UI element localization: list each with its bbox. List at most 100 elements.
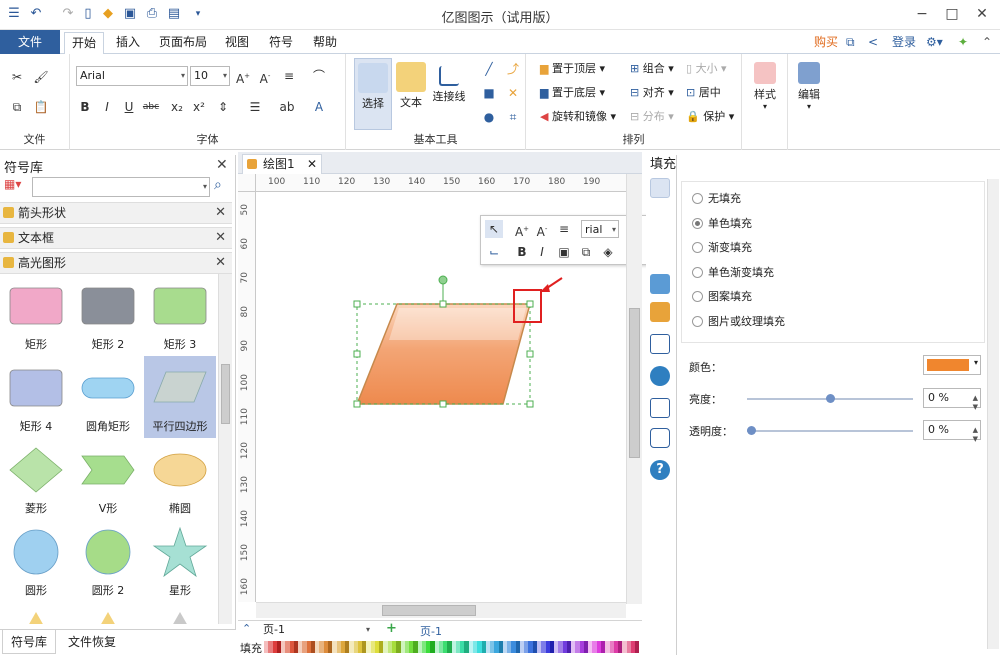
plugin-icon[interactable]: ✦ [958,30,968,54]
fill-option-radio[interactable]: 渐变填充 [692,239,752,257]
mini-align-icon[interactable]: ≡ [555,220,573,238]
mini-grow-font-icon[interactable]: A+ [513,220,531,239]
close-panel-icon[interactable]: ✕ [216,157,228,173]
help-tab-icon[interactable]: ? [650,460,670,480]
mini-shrink-font-icon[interactable]: A- [533,220,551,239]
font-color-icon[interactable]: A [310,98,328,116]
close-document-icon[interactable]: ✕ [307,155,317,173]
edit-button[interactable]: 编辑 ▾ [790,58,828,130]
shape-item[interactable]: 菱形 [0,438,72,520]
page-select[interactable]: 页-1 ▾ [260,621,372,638]
subscript-icon[interactable]: x₂ [168,98,186,116]
resize-handle-tl[interactable] [353,300,361,308]
shape-item[interactable]: 矩形 [0,274,72,356]
shape-item[interactable]: 椭圆 [144,438,216,520]
note-tab-icon[interactable] [650,398,670,418]
document-tab[interactable]: 绘图1 ✕ [242,154,322,174]
paste-icon[interactable]: 📋 [32,98,50,116]
crop-tool-icon[interactable]: ⌗ [504,108,522,126]
canvas-hscroll-thumb[interactable] [382,605,476,616]
canvas-horizontal-scrollbar[interactable] [256,602,626,618]
mini-pointer-icon[interactable]: ↖ [485,220,503,238]
mini-font-select[interactable]: rial ▾ [581,220,619,238]
minimize-button[interactable]: − [912,5,932,23]
line-tool-icon[interactable]: ╱ [480,60,498,78]
grow-font-icon[interactable]: A+ [234,67,252,86]
connection-point-icon[interactable]: ✕ [504,84,522,102]
feedback-icon[interactable]: ⧉ [846,30,855,54]
page-up-icon[interactable]: ⌃ [242,622,251,635]
shape-item[interactable]: 圆角矩形 [72,356,144,438]
brightness-input[interactable]: 0 % ▲ ▼ [923,388,981,411]
shape-item[interactable]: 星形 [144,520,216,602]
send-to-back-button[interactable]: ▆ 置于底层 ▾ [540,84,605,102]
mini-bold-icon[interactable]: B [513,243,531,261]
shape-item[interactable]: 平行四边形 [144,356,216,438]
close-category-icon[interactable]: ✕ [215,203,226,223]
cut-icon[interactable]: ✂ [8,68,26,86]
color-picker[interactable]: ▾ [923,355,981,375]
resize-handle-tc[interactable] [439,300,447,308]
ellipse-tool-icon[interactable]: ● [480,108,498,126]
category-arrows[interactable]: 箭头形状 ✕ [0,202,232,224]
shape-item[interactable]: 圆形 [0,520,72,602]
fill-option-radio[interactable]: 单色填充 [692,215,752,233]
rotation-handle[interactable] [438,275,448,285]
fill-option-radio[interactable]: 图片或纹理填充 [692,313,785,331]
comment-tab-icon[interactable] [650,428,670,448]
tab-file[interactable]: 文件 [0,30,60,54]
resize-handle-mr[interactable] [526,350,534,358]
library-menu-icon[interactable]: ▦▾ [4,177,28,197]
transparency-slider[interactable] [747,426,913,435]
canvas-vscroll-thumb[interactable] [629,308,640,458]
transparency-knob[interactable] [747,426,756,435]
fill-panel-scrollbar[interactable] [987,179,999,649]
center-button[interactable]: ⊡ 居中 [686,84,721,102]
resize-handle-br[interactable] [526,400,534,408]
category-textbox[interactable]: 文本框 ✕ [0,227,232,249]
rotate-mirror-button[interactable]: ◀ 旋转和镜像 ▾ [540,108,616,126]
style-button[interactable]: 样式 ▾ [746,58,784,130]
align-button[interactable]: ⊟ 对齐 ▾ [630,84,674,102]
share-icon[interactable]: < [868,30,878,54]
login-link[interactable]: 登录 [892,30,916,54]
select-tool-button[interactable]: 选择 [354,58,392,130]
close-category-icon[interactable]: ✕ [215,253,226,273]
tab-help[interactable]: 帮助 [308,30,342,54]
layer-tab-icon[interactable] [650,302,670,322]
tab-home[interactable]: 开始 [64,32,104,55]
highlight-icon[interactable]: ab [278,98,296,116]
tab-symbol[interactable]: 符号 [264,30,298,54]
resize-handle-bl[interactable] [353,400,361,408]
group-button[interactable]: ⊞ 组合 ▾ [630,60,674,78]
mini-italic-icon[interactable]: I [533,243,551,261]
bring-to-front-button[interactable]: ▆ 置于顶层 ▾ [540,60,605,78]
shape-scrollbar[interactable] [218,274,232,624]
line-spacing-icon[interactable]: ⇕ [214,98,232,116]
text-tool-button[interactable]: 文本 [392,58,430,130]
shape-item[interactable]: 矩形 4 [0,356,72,438]
shrink-font-icon[interactable]: A- [256,67,274,86]
resize-handle-ml[interactable] [353,350,361,358]
shape-item[interactable]: V形 [72,438,144,520]
globe-tab-icon[interactable] [650,366,670,386]
size-button[interactable]: ▯ 大小 ▾ [686,60,727,78]
settings-icon[interactable]: ⚙▾ [926,30,943,54]
mini-front-icon[interactable]: ▣ [555,243,573,261]
copy-icon[interactable]: ⧉ [8,98,26,116]
resize-handle-tr[interactable] [526,300,534,308]
add-page-icon[interactable]: + [386,621,397,636]
image-tab-icon[interactable] [650,274,670,294]
arc-tool-icon[interactable]: ⤴ [504,60,522,78]
format-painter-icon[interactable]: 🖌 [32,68,50,86]
italic-icon[interactable]: I [98,98,116,116]
rectangle-tool-icon[interactable]: ■ [480,84,498,102]
font-name-select[interactable]: Arial ▾ [76,66,188,86]
distribute-button[interactable]: ⊟ 分布 ▾ [630,108,674,126]
page-tab-icon[interactable] [650,334,670,354]
text-shape-icon[interactable]: ⌒ [310,67,328,85]
collapse-ribbon-icon[interactable]: ⌃ [982,30,992,54]
resize-handle-bc[interactable] [439,400,447,408]
paragraph-align-icon[interactable]: ≡ [280,67,298,85]
shape-item[interactable]: 矩形 2 [72,274,144,356]
